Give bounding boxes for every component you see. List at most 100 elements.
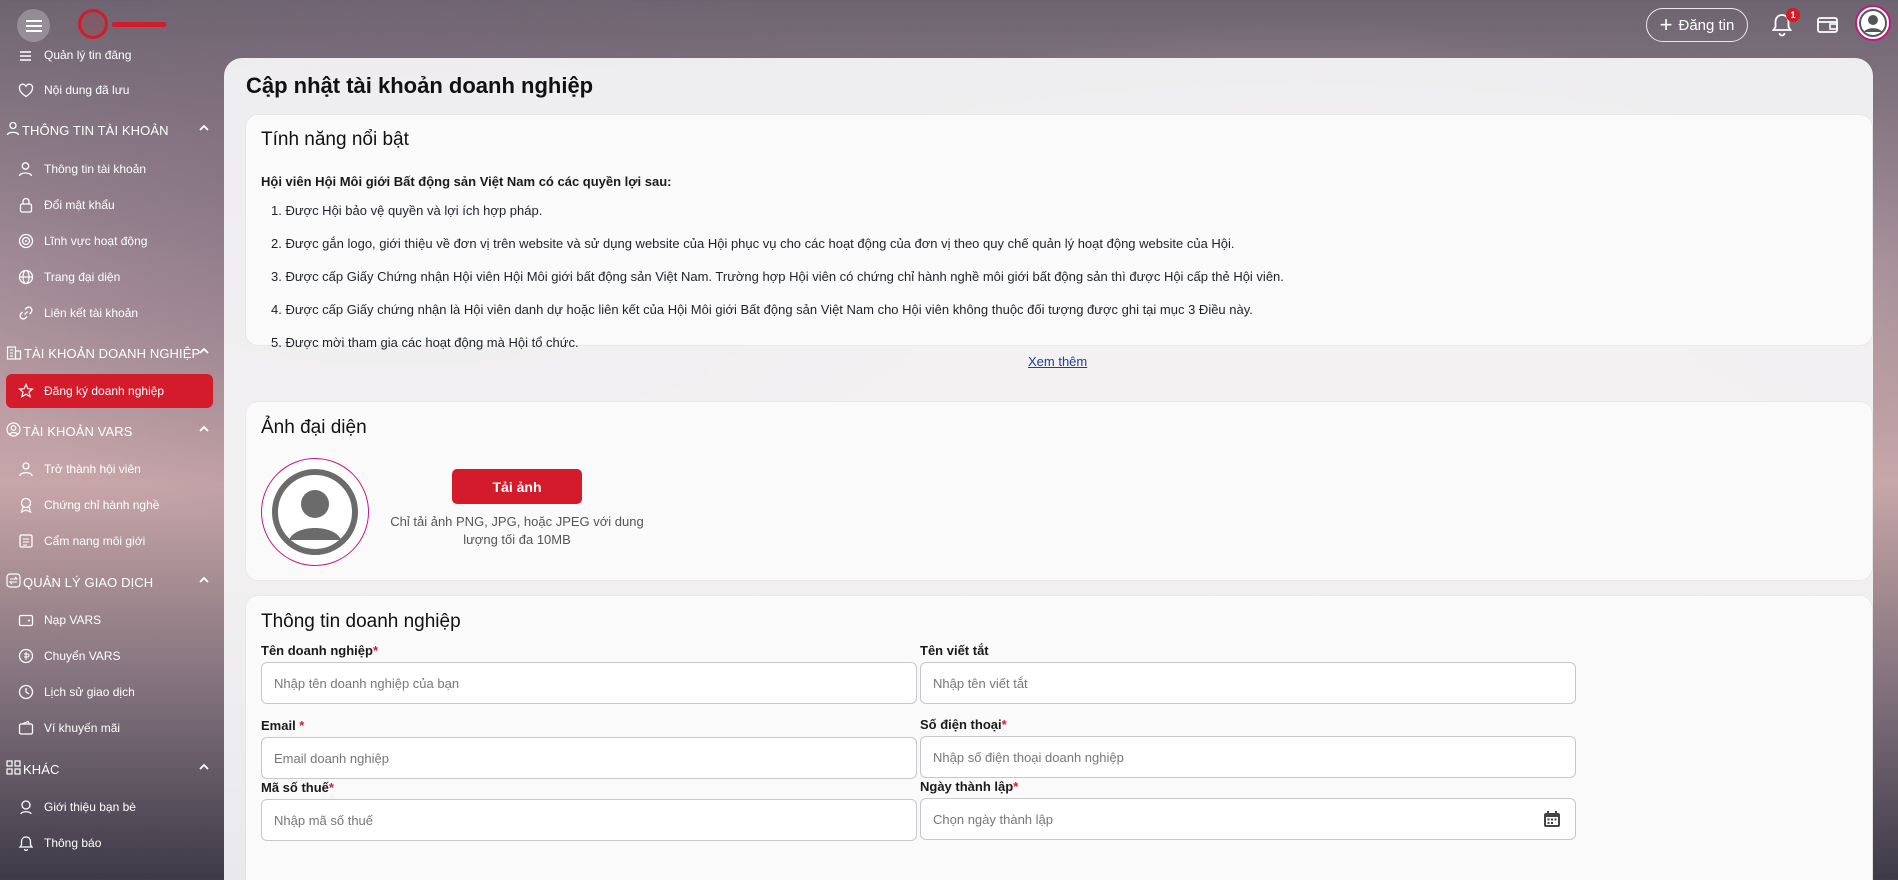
benefit-item: 2. Được gắn logo, giới thiệu về đơn vị t…: [271, 236, 1235, 251]
sidebar-item-label: Chuyển VARS: [44, 649, 121, 663]
tax-code-input[interactable]: [261, 799, 917, 841]
calendar-icon[interactable]: [1542, 809, 1562, 829]
plus-icon: +: [1659, 12, 1673, 37]
sidebar-item-account-info[interactable]: Thông tin tài khoản: [6, 152, 213, 186]
site-logo[interactable]: [78, 6, 170, 42]
wallet-icon: [17, 612, 34, 629]
history-icon: [17, 684, 34, 701]
sidebar-item-change-password[interactable]: Đổi mật khẩu: [6, 188, 213, 222]
chevron-up-icon: [198, 574, 210, 589]
chevron-up-icon: [198, 345, 210, 360]
sidebar-item-linked-accounts[interactable]: Liên kết tài khoản: [6, 296, 213, 330]
sidebar-item-topup-vars[interactable]: Nạp VARS: [6, 603, 213, 637]
post-listing-button[interactable]: + Đăng tin: [1646, 8, 1748, 42]
logo-mark: [78, 9, 108, 39]
page-title: Cập nhật tài khoản doanh nghiệp: [246, 73, 594, 98]
section-vars-account[interactable]: TÀI KHOẢN VARS: [0, 413, 222, 449]
users-icon: [17, 461, 34, 478]
exchange-icon: [6, 573, 21, 591]
globe-icon: [17, 269, 34, 286]
upload-photo-button[interactable]: Tải ảnh: [452, 469, 582, 504]
default-avatar-icon: [272, 469, 358, 555]
sidebar-item-label: Đổi mật khẩu: [44, 198, 115, 212]
hamburger-menu-button[interactable]: [17, 9, 50, 42]
company-name-input[interactable]: [261, 662, 917, 704]
chevron-up-icon: [198, 761, 210, 776]
section-label: QUẢN LÝ GIAO DỊCH: [23, 574, 154, 590]
sidebar-item-transfer-vars[interactable]: Chuyển VARS: [6, 639, 213, 673]
required-mark: *: [372, 643, 378, 658]
section-transactions[interactable]: QUẢN LÝ GIAO DỊCH: [0, 564, 222, 600]
share-user-icon: [17, 799, 34, 816]
top-bar: + Đăng tin 1: [0, 0, 1898, 50]
building-icon: [6, 344, 22, 363]
tax-code-label-text: Mã số thuế: [261, 780, 329, 795]
target-icon: [17, 233, 34, 250]
promo-wallet-icon: [17, 720, 34, 737]
lock-icon: [17, 197, 34, 214]
star-icon: [17, 383, 34, 400]
email-input[interactable]: [261, 737, 917, 779]
section-business-account[interactable]: TÀI KHOẢN DOANH NGHIỆP: [0, 335, 222, 371]
required-mark: *: [1013, 779, 1019, 794]
notification-bell-button[interactable]: 1: [1770, 8, 1800, 38]
user-icon: [17, 161, 34, 178]
sidebar-item-handbook[interactable]: Cẩm nang môi giới: [6, 524, 213, 558]
avatar-preview[interactable]: [261, 458, 369, 566]
user-avatar-button[interactable]: [1855, 5, 1891, 41]
wallet-icon: [1817, 17, 1838, 33]
upload-hint: Chỉ tải ảnh PNG, JPG, hoặc JPEG với dung…: [390, 514, 644, 547]
phone-label-text: Số điện thoại: [920, 717, 1002, 732]
sidebar-item-fields[interactable]: Lĩnh vực hoạt động: [6, 224, 213, 258]
sidebar-item-notifications[interactable]: Thông báo: [6, 826, 213, 860]
sidebar-item-certificate[interactable]: Chứng chỉ hành nghề: [6, 488, 213, 522]
phone-label: Số điện thoại*: [920, 717, 1007, 732]
sidebar-item-saved[interactable]: Nội dung đã lưu: [6, 73, 213, 107]
sidebar-item-label: Trang đại diện: [44, 270, 121, 284]
tax-code-label: Mã số thuế*: [261, 780, 334, 795]
benefit-item: 4. Được cấp Giấy chứng nhận là Hội viên …: [271, 302, 1253, 317]
founded-date-input[interactable]: [920, 798, 1576, 840]
benefit-item: 5. Được mời tham gia các hoạt động mà Hộ…: [271, 335, 579, 350]
sidebar-item-label: Giới thiệu bạn bè: [44, 800, 136, 814]
grid-icon: [6, 760, 21, 778]
section-account-info[interactable]: THÔNG TIN TÀI KHOẢN: [0, 112, 222, 148]
sidebar-item-label: Ví khuyến mãi: [44, 721, 121, 735]
email-label-text: Email: [261, 718, 300, 733]
coin-icon: [17, 648, 34, 665]
section-label: THÔNG TIN TÀI KHOẢN: [22, 122, 169, 138]
founded-date-label: Ngày thành lập*: [920, 779, 1018, 794]
section-other[interactable]: KHÁC: [0, 751, 222, 787]
sidebar-item-become-member[interactable]: Trở thành hội viên: [6, 452, 213, 486]
required-mark: *: [328, 780, 334, 795]
phone-input[interactable]: [920, 736, 1576, 778]
benefit-item: 1. Được Hội bảo vệ quyền và lợi ích hợp …: [271, 203, 543, 218]
section-label: KHÁC: [23, 761, 60, 777]
business-info-card: Thông tin doanh nghiệp Tên doanh nghiệp*…: [246, 596, 1872, 880]
list-icon: [17, 50, 34, 64]
sidebar-item-register-business[interactable]: Đăng ký doanh nghiệp: [6, 374, 213, 408]
heart-icon: [17, 82, 34, 99]
sidebar-item-manage-posts[interactable]: Quản lý tin đăng: [6, 50, 213, 72]
short-name-input[interactable]: [920, 662, 1576, 704]
link-icon: [17, 305, 34, 322]
see-more-link[interactable]: Xem thêm: [1028, 354, 1087, 369]
sidebar-item-label: Chứng chỉ hành nghề: [44, 498, 160, 512]
logo-wordmark: [112, 21, 166, 27]
sidebar-item-refer-friends[interactable]: Giới thiệu bạn bè: [6, 790, 213, 824]
email-label: Email *: [261, 718, 304, 733]
sidebar-item-profile-page[interactable]: Trang đại diện: [6, 260, 213, 294]
book-icon: [17, 533, 34, 550]
section-label: TÀI KHOẢN VARS: [23, 423, 133, 439]
chevron-up-icon: [198, 423, 210, 438]
sidebar-item-label: Thông tin tài khoản: [44, 162, 147, 176]
avatar-card: Ảnh đại diện Tải ảnh Chỉ tải ảnh PNG, JP…: [246, 402, 1872, 580]
required-mark: *: [1001, 717, 1007, 732]
sidebar-item-label: Liên kết tài khoản: [44, 306, 139, 320]
company-name-label: Tên doanh nghiệp*: [261, 643, 378, 658]
sidebar-item-promo-wallet[interactable]: Ví khuyến mãi: [6, 711, 213, 745]
sidebar-item-label: Nạp VARS: [44, 613, 102, 627]
wallet-button[interactable]: [1816, 13, 1840, 37]
features-title: Tính năng nổi bật: [261, 129, 409, 150]
sidebar-item-transaction-history[interactable]: Lịch sử giao dịch: [6, 675, 213, 709]
